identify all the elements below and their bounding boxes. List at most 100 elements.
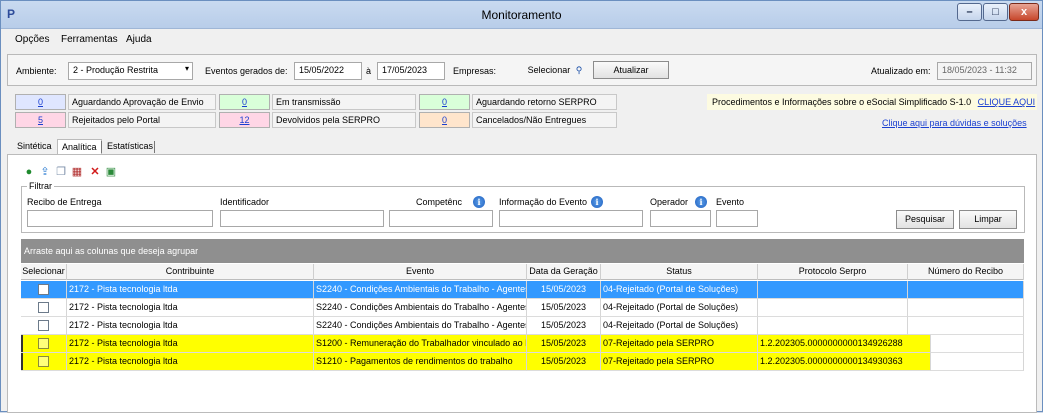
data-cell: 15/05/2023 bbox=[527, 299, 601, 317]
close-button[interactable]: x bbox=[1009, 3, 1039, 21]
col-selecionar[interactable]: Selecionar bbox=[21, 264, 67, 280]
table-row[interactable]: 2172 - Pista tecnologia ltda S2240 - Con… bbox=[21, 317, 1024, 335]
protocolo-cell bbox=[758, 299, 908, 317]
col-status[interactable]: Status bbox=[601, 264, 758, 280]
minimize-button[interactable]: – bbox=[957, 3, 982, 21]
excel-export-icon[interactable]: ▣ bbox=[105, 166, 117, 178]
identificador-input[interactable] bbox=[220, 210, 384, 227]
date-from-field[interactable]: 15/05/2022 bbox=[294, 62, 362, 80]
protocolo-cell: 1.2.202305.0000000000134926288 bbox=[758, 335, 931, 353]
copy-icon[interactable]: ❐ bbox=[55, 166, 67, 178]
monitoring-window: P Monitoramento – □ x Opções Ferramentas… bbox=[0, 0, 1043, 413]
send-icon[interactable]: ⇪ bbox=[39, 166, 51, 178]
count-rejeitados-portal[interactable]: 5 bbox=[15, 112, 66, 128]
tab-sintetica[interactable]: Sintética bbox=[13, 139, 56, 154]
recibo-label: Recibo de Entrega bbox=[27, 197, 102, 207]
date-to-field[interactable]: 17/05/2023 bbox=[377, 62, 445, 80]
competencia-input[interactable] bbox=[389, 210, 493, 227]
table-row[interactable]: 2172 - Pista tecnologia ltda S2240 - Con… bbox=[21, 299, 1024, 317]
contribuinte-cell: 2172 - Pista tecnologia ltda bbox=[67, 353, 314, 371]
identificador-label: Identificador bbox=[220, 197, 270, 207]
protocolo-cell bbox=[758, 317, 908, 335]
pesquisar-button[interactable]: Pesquisar bbox=[896, 210, 954, 229]
select-cell bbox=[21, 335, 67, 353]
tab-analitica[interactable]: Analítica bbox=[57, 139, 102, 154]
count-devolvidos-serpro[interactable]: 12 bbox=[219, 112, 270, 128]
grid-header: Selecionar Contribuinte Evento Data da G… bbox=[21, 264, 1024, 280]
filter-toolbar: Ambiente: 2 - Produção Restrita ▾ Evento… bbox=[7, 54, 1037, 86]
limpar-button[interactable]: Limpar bbox=[959, 210, 1017, 229]
evento-cell: S2240 - Condições Ambientais do Trabalho… bbox=[314, 317, 527, 335]
label-aguardando-aprovacao: Aguardando Aprovação de Envio bbox=[68, 94, 216, 110]
col-contribuinte[interactable]: Contribuinte bbox=[67, 264, 314, 280]
table-row[interactable]: 2172 - Pista tecnologia ltda S2240 - Con… bbox=[21, 281, 1024, 299]
count-em-transmissao[interactable]: 0 bbox=[219, 94, 270, 110]
operador-input[interactable] bbox=[650, 210, 711, 227]
title-bar: P Monitoramento – □ x bbox=[1, 1, 1042, 29]
row-checkbox[interactable] bbox=[38, 302, 49, 313]
label-aguardando-retorno: Aguardando retorno SERPRO bbox=[472, 94, 617, 110]
label-em-transmissao: Em transmissão bbox=[272, 94, 416, 110]
col-numero-recibo[interactable]: Número do Recibo bbox=[908, 264, 1024, 280]
group-by-bar[interactable]: Arraste aqui as colunas que deseja agrup… bbox=[21, 239, 1024, 263]
clique-aqui-link[interactable]: CLIQUE AQUI bbox=[978, 97, 1036, 107]
menu-opcoes[interactable]: Opções bbox=[15, 34, 49, 45]
count-aguardando-aprovacao[interactable]: 0 bbox=[15, 94, 66, 110]
globe-icon[interactable]: ● bbox=[23, 166, 35, 178]
ambiente-label: Ambiente: bbox=[16, 66, 57, 76]
evento-input[interactable] bbox=[716, 210, 758, 227]
info-icon[interactable]: i bbox=[473, 196, 485, 208]
recibo-cell bbox=[931, 353, 1024, 371]
menu-ferramentas[interactable]: Ferramentas bbox=[61, 34, 118, 45]
atualizar-button[interactable]: Atualizar bbox=[593, 61, 669, 79]
select-cell bbox=[21, 299, 67, 317]
evento-label: Evento bbox=[716, 197, 745, 207]
tab-separator bbox=[101, 141, 102, 153]
empresas-label: Empresas: bbox=[453, 66, 497, 76]
col-protocolo[interactable]: Protocolo Serpro bbox=[758, 264, 908, 280]
recibo-cell bbox=[908, 299, 1024, 317]
col-data-geracao[interactable]: Data da Geração bbox=[527, 264, 601, 280]
chevron-down-icon: ▾ bbox=[184, 64, 189, 73]
row-checkbox[interactable] bbox=[38, 356, 49, 367]
protocolo-cell: 1.2.202305.0000000000134930363 bbox=[758, 353, 931, 371]
contribuinte-cell: 2172 - Pista tecnologia ltda bbox=[67, 299, 314, 317]
search-icon: ⚲ bbox=[575, 65, 583, 75]
data-cell: 15/05/2023 bbox=[527, 353, 601, 371]
ambiente-select[interactable]: 2 - Produção Restrita ▾ bbox=[68, 62, 193, 80]
table-row[interactable]: 2172 - Pista tecnologia ltda S1210 - Pag… bbox=[21, 353, 1024, 371]
recibo-cell bbox=[908, 317, 1024, 335]
informacao-input[interactable] bbox=[499, 210, 643, 227]
select-cell bbox=[21, 353, 67, 371]
delete-icon[interactable]: ✕ bbox=[89, 166, 101, 178]
recibo-cell bbox=[908, 281, 1024, 299]
recibo-input[interactable] bbox=[27, 210, 213, 227]
count-aguardando-retorno[interactable]: 0 bbox=[419, 94, 470, 110]
row-checkbox[interactable] bbox=[38, 320, 49, 331]
info-icon[interactable]: i bbox=[695, 196, 707, 208]
select-cell bbox=[21, 281, 67, 299]
count-cancelados[interactable]: 0 bbox=[419, 112, 470, 128]
data-cell: 15/05/2023 bbox=[527, 281, 601, 299]
maximize-button[interactable]: □ bbox=[983, 3, 1008, 21]
col-evento[interactable]: Evento bbox=[314, 264, 527, 280]
status-cell: 07-Rejeitado pela SERPRO bbox=[601, 353, 758, 371]
row-checkbox[interactable] bbox=[38, 338, 49, 349]
protocolo-cell bbox=[758, 281, 908, 299]
row-checkbox[interactable] bbox=[38, 284, 49, 295]
window-title: Monitoramento bbox=[481, 8, 562, 22]
selecionar-button[interactable]: Selecionar ⚲ bbox=[520, 61, 590, 79]
esocial-info-text: Procedimentos e Informações sobre o eSoc… bbox=[712, 97, 972, 107]
contribuinte-cell: 2172 - Pista tecnologia ltda bbox=[67, 335, 314, 353]
info-icon[interactable]: i bbox=[591, 196, 603, 208]
row-marker bbox=[21, 353, 23, 370]
data-cell: 15/05/2023 bbox=[527, 335, 601, 353]
table-row[interactable]: 2172 - Pista tecnologia ltda S1200 - Rem… bbox=[21, 335, 1024, 353]
esocial-info-box: Procedimentos e Informações sobre o eSoc… bbox=[707, 94, 1037, 110]
help-link[interactable]: Clique aqui para dúvidas e soluções bbox=[882, 118, 1027, 128]
menu-ajuda[interactable]: Ajuda bbox=[126, 34, 152, 45]
select-cell bbox=[21, 317, 67, 335]
calendar-icon[interactable]: ▦ bbox=[71, 166, 83, 178]
atualizado-value: 18/05/2023 - 11:32 bbox=[937, 62, 1032, 80]
tab-estatisticas[interactable]: Estatísticas bbox=[103, 139, 157, 154]
